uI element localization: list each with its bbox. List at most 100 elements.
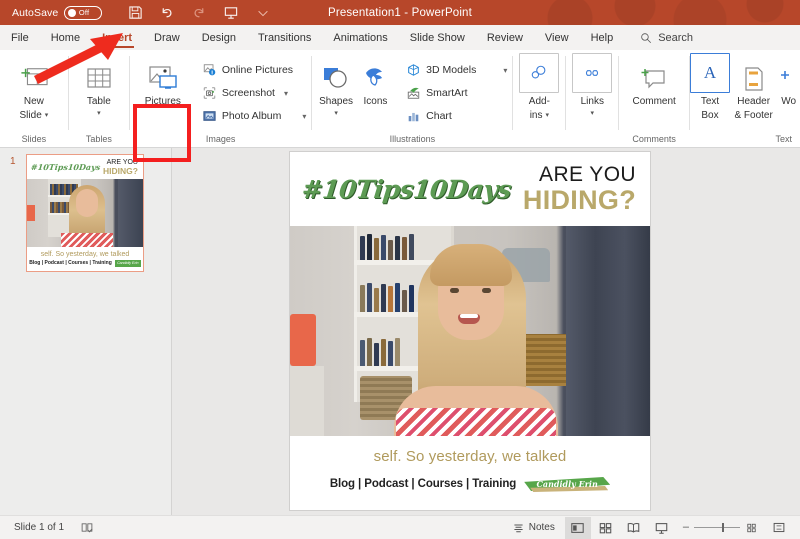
chevron-down-icon[interactable]: ▾ [503, 66, 507, 75]
accessibility-checker-icon[interactable] [80, 521, 94, 534]
text-box-label-1: Text [700, 96, 720, 107]
ribbon-tabs: File Home Insert Draw Design Transitions… [0, 25, 800, 50]
undo-icon[interactable] [152, 2, 182, 24]
comment-icon [640, 59, 668, 93]
links-button[interactable]: Links ▾ [566, 53, 618, 117]
header-footer-button[interactable]: Header & Footer [730, 54, 777, 121]
table-button[interactable]: Table ▾ [71, 54, 127, 117]
slide-tagline: self. So yesterday, we talked [373, 448, 567, 465]
slide-links: Blog | Podcast | Courses | Training [329, 478, 517, 490]
smartart-button[interactable]: SmartArt [401, 82, 512, 104]
chevron-down-icon[interactable]: ▾ [545, 112, 549, 119]
normal-view-button[interactable] [564, 516, 591, 539]
tab-insert[interactable]: Insert [91, 25, 143, 50]
tab-design[interactable]: Design [191, 25, 247, 50]
text-box-icon-wrap: A [690, 53, 731, 93]
thumbnail-number: 1 [10, 156, 16, 167]
notes-button[interactable]: Notes [504, 517, 563, 539]
chart-icon [408, 112, 419, 122]
slide-photo [290, 226, 650, 436]
chevron-down-icon[interactable]: ▾ [284, 89, 288, 98]
slide-show-button[interactable] [649, 517, 675, 539]
thumb-headline-2: HIDING? [103, 166, 138, 177]
tab-help[interactable]: Help [580, 25, 625, 50]
3d-models-button[interactable]: 3D Models ▾ [401, 59, 512, 81]
new-slide-label-2: Slide [19, 110, 42, 121]
text-box-button[interactable]: A Text Box [690, 53, 731, 121]
tab-draw[interactable]: Draw [143, 25, 191, 50]
group-label-slides: Slides [21, 134, 47, 144]
ribbon-group-slides: New Slide ▾ Slides [0, 50, 68, 148]
tab-file[interactable]: File [0, 25, 40, 50]
ribbon-group-links: Links ▾ [566, 50, 618, 148]
photo-album-icon [203, 111, 216, 121]
tab-transitions[interactable]: Transitions [247, 25, 322, 50]
autosave-toggle-knob [67, 8, 76, 17]
autosave-toggle[interactable]: Off [64, 5, 103, 20]
zoom-slider[interactable] [694, 523, 740, 532]
add-ins-button[interactable]: Add- ins ▾ [513, 53, 565, 121]
header-footer-label-2: & Footer [734, 110, 773, 121]
new-slide-label-1: New [23, 96, 44, 107]
chevron-down-icon[interactable]: ▾ [45, 112, 49, 119]
thumb-links: Blog | Podcast | Courses | Training [29, 260, 112, 267]
chevron-down-icon[interactable]: ▾ [334, 110, 338, 117]
zoom-control[interactable]: – [683, 522, 758, 534]
reading-view-button[interactable] [621, 517, 647, 539]
tab-slide-show[interactable]: Slide Show [399, 25, 476, 50]
customize-qat-icon[interactable] [248, 2, 278, 24]
comment-button[interactable]: Comment [620, 54, 688, 107]
tab-home[interactable]: Home [40, 25, 91, 50]
group-label-illustrations: Illustrations [389, 134, 436, 144]
save-icon[interactable] [120, 2, 150, 24]
ribbon-group-tables: Table ▾ Tables [69, 50, 129, 148]
thumbnail-scrollbar[interactable] [165, 148, 171, 515]
screenshot-button[interactable]: Screenshot ▾ [197, 82, 312, 104]
slide-headline-line2: HIDING? [522, 184, 636, 215]
icons-button[interactable]: Icons [356, 54, 395, 107]
slide-hashtag: #10Tips10Days [300, 174, 513, 204]
slide-sorter-view-button[interactable] [593, 517, 619, 539]
powerpoint-window: AutoSave Off Presentation1 - PowerPoint [0, 0, 800, 539]
notes-icon [514, 524, 523, 532]
add-ins-icon-wrap [519, 53, 560, 93]
zoom-out-button[interactable]: – [683, 522, 689, 533]
photo-album-label: Photo Album [221, 110, 282, 122]
smartart-label: SmartArt [426, 87, 468, 99]
links-label: Links [580, 96, 604, 107]
shapes-icon [321, 59, 351, 93]
title-bar: AutoSave Off Presentation1 - PowerPoint [0, 0, 800, 25]
slide-canvas[interactable]: #10Tips10Days ARE YOU HIDING? self. So y… [290, 152, 650, 510]
new-slide-button[interactable]: New Slide ▾ [6, 54, 62, 121]
slide-header: #10Tips10Days ARE YOU HIDING? [290, 152, 650, 226]
header-footer-label-1: Header [737, 96, 771, 107]
chart-button[interactable]: Chart [401, 105, 512, 127]
ribbon: New Slide ▾ Slides Table ▾ Tables Pictur… [0, 50, 800, 162]
shapes-button[interactable]: Shapes ▾ [316, 54, 355, 117]
links-icon-wrap [572, 53, 613, 93]
tab-animations[interactable]: Animations [322, 25, 398, 50]
new-slide-icon [19, 59, 49, 93]
wordart-button[interactable]: Wo [777, 54, 800, 107]
online-pictures-button[interactable]: Online Pictures [197, 59, 312, 81]
chevron-down-icon[interactable]: ▾ [302, 112, 306, 121]
candidly-erin-logo: Candidly Erin [524, 475, 611, 493]
chevron-down-icon[interactable]: ▾ [591, 110, 595, 117]
slide-footer: self. So yesterday, we talked Blog | Pod… [290, 436, 650, 510]
thumb-logo: Candidly Erin [114, 259, 141, 267]
pictures-icon [147, 59, 179, 93]
fit-slide-to-window-icon[interactable] [766, 517, 792, 539]
comment-label: Comment [632, 96, 676, 107]
start-presentation-icon[interactable] [216, 2, 246, 24]
search-icon [641, 32, 652, 43]
tab-view[interactable]: View [534, 25, 580, 50]
slide-thumbnail-1[interactable]: #10Tips10Days ARE YOU HIDING? self. So y… [26, 154, 144, 272]
search-label: Search [658, 31, 694, 44]
redo-icon[interactable] [184, 2, 214, 24]
photo-album-button[interactable]: Photo Album ▾ [197, 105, 312, 127]
pictures-button[interactable]: Pictures [135, 54, 191, 107]
tab-review[interactable]: Review [476, 25, 534, 50]
search-box[interactable]: Search [640, 32, 693, 44]
chevron-down-icon[interactable]: ▾ [97, 110, 101, 117]
pictures-label: Pictures [144, 96, 181, 107]
